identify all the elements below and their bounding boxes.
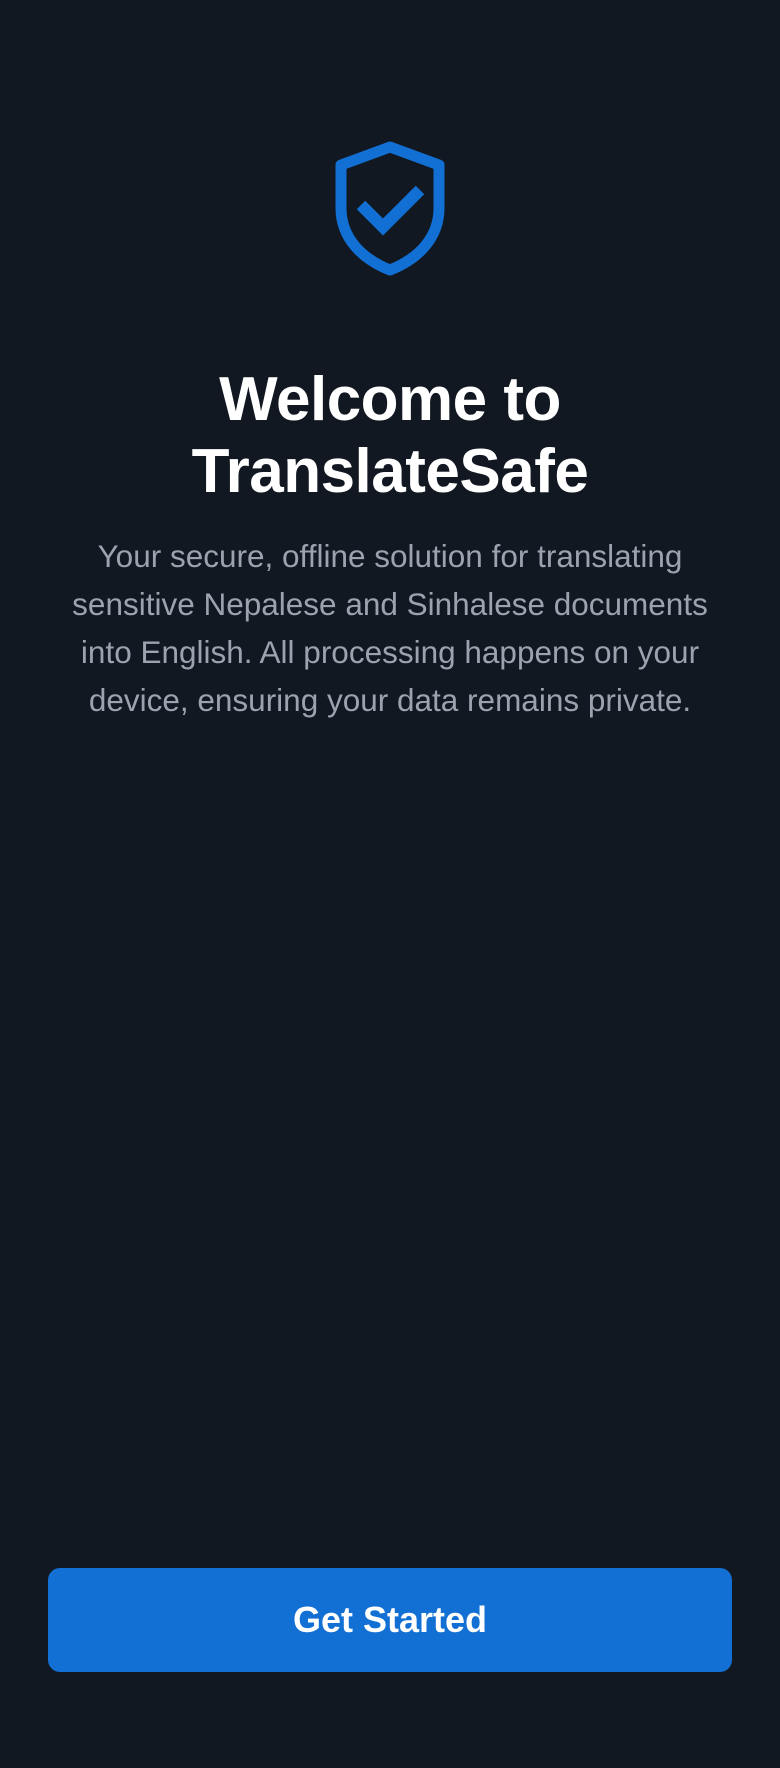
welcome-description: Your secure, offline solution for transl… xyxy=(72,538,708,718)
title-line-2: TranslateSafe xyxy=(191,437,589,506)
welcome-screen: Welcome to TranslateSafe Your secure, of… xyxy=(0,0,780,1768)
page-title: Welcome to TranslateSafe xyxy=(0,364,780,508)
title-line-1: Welcome to xyxy=(219,365,561,434)
get-started-button[interactable]: Get Started xyxy=(48,1568,732,1672)
shield-check-icon xyxy=(334,140,446,276)
